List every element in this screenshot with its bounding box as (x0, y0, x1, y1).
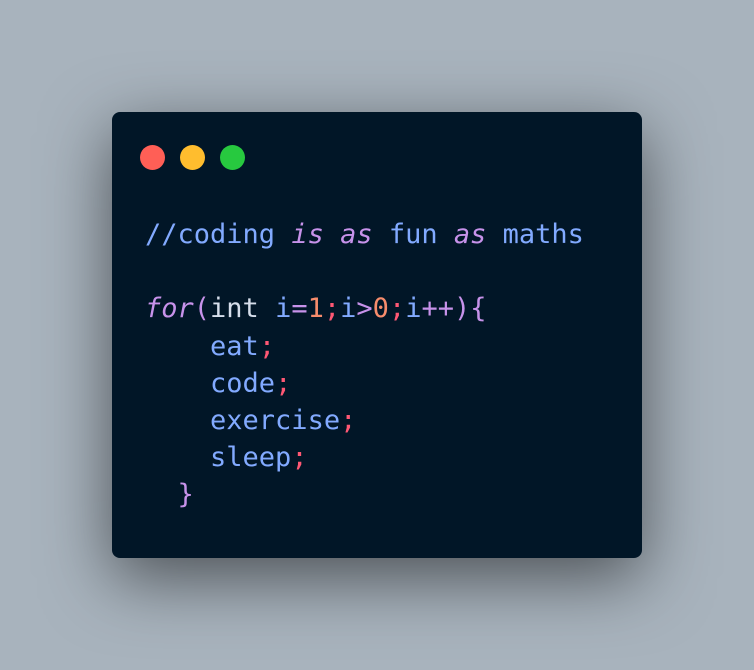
code-line: for(int i=1;i>0;i++){ (145, 290, 584, 327)
code-line: sleep; (145, 439, 584, 476)
code-token: sleep (210, 442, 292, 474)
code-token: ++ (421, 293, 454, 325)
code-token: i (405, 293, 422, 325)
code-token: as (340, 219, 373, 250)
code-token: //coding (145, 219, 292, 250)
code-block: //coding is as fun as maths for(int i=1;i… (145, 216, 584, 514)
code-token: i (340, 293, 357, 325)
code-token: ; (323, 293, 341, 325)
code-token: 1 (307, 293, 324, 325)
code-line: //coding is as fun as maths (145, 216, 584, 253)
code-line: } (145, 476, 584, 513)
code-token: ; (340, 404, 357, 436)
code-token: 0 (372, 293, 389, 325)
code-token: } (177, 479, 194, 511)
code-token: exercise (210, 404, 341, 436)
code-token: maths (486, 219, 584, 250)
code-line: code; (145, 365, 584, 402)
code-token: code (210, 367, 276, 399)
code-token: ; (291, 442, 308, 474)
code-token: eat (210, 330, 259, 362)
code-token: ; (275, 367, 292, 399)
code-line: eat; (145, 328, 584, 365)
code-token: for (145, 293, 194, 325)
code-token: ; (258, 330, 276, 362)
maximize-dot-icon (220, 145, 245, 170)
code-token: = (291, 293, 308, 325)
code-token: i (275, 293, 292, 325)
code-token: is (291, 219, 324, 250)
code-token: > (356, 293, 373, 325)
code-token: int (210, 293, 276, 325)
code-line: exercise; (145, 402, 584, 439)
code-token: fun (372, 219, 454, 250)
code-token: ){ (453, 293, 487, 325)
code-token: ; (388, 293, 406, 325)
code-token: as (453, 219, 487, 250)
close-dot-icon (140, 145, 165, 170)
code-window: //coding is as fun as maths for(int i=1;i… (112, 112, 642, 558)
minimize-dot-icon (180, 145, 205, 170)
code-token: ( (193, 293, 211, 325)
